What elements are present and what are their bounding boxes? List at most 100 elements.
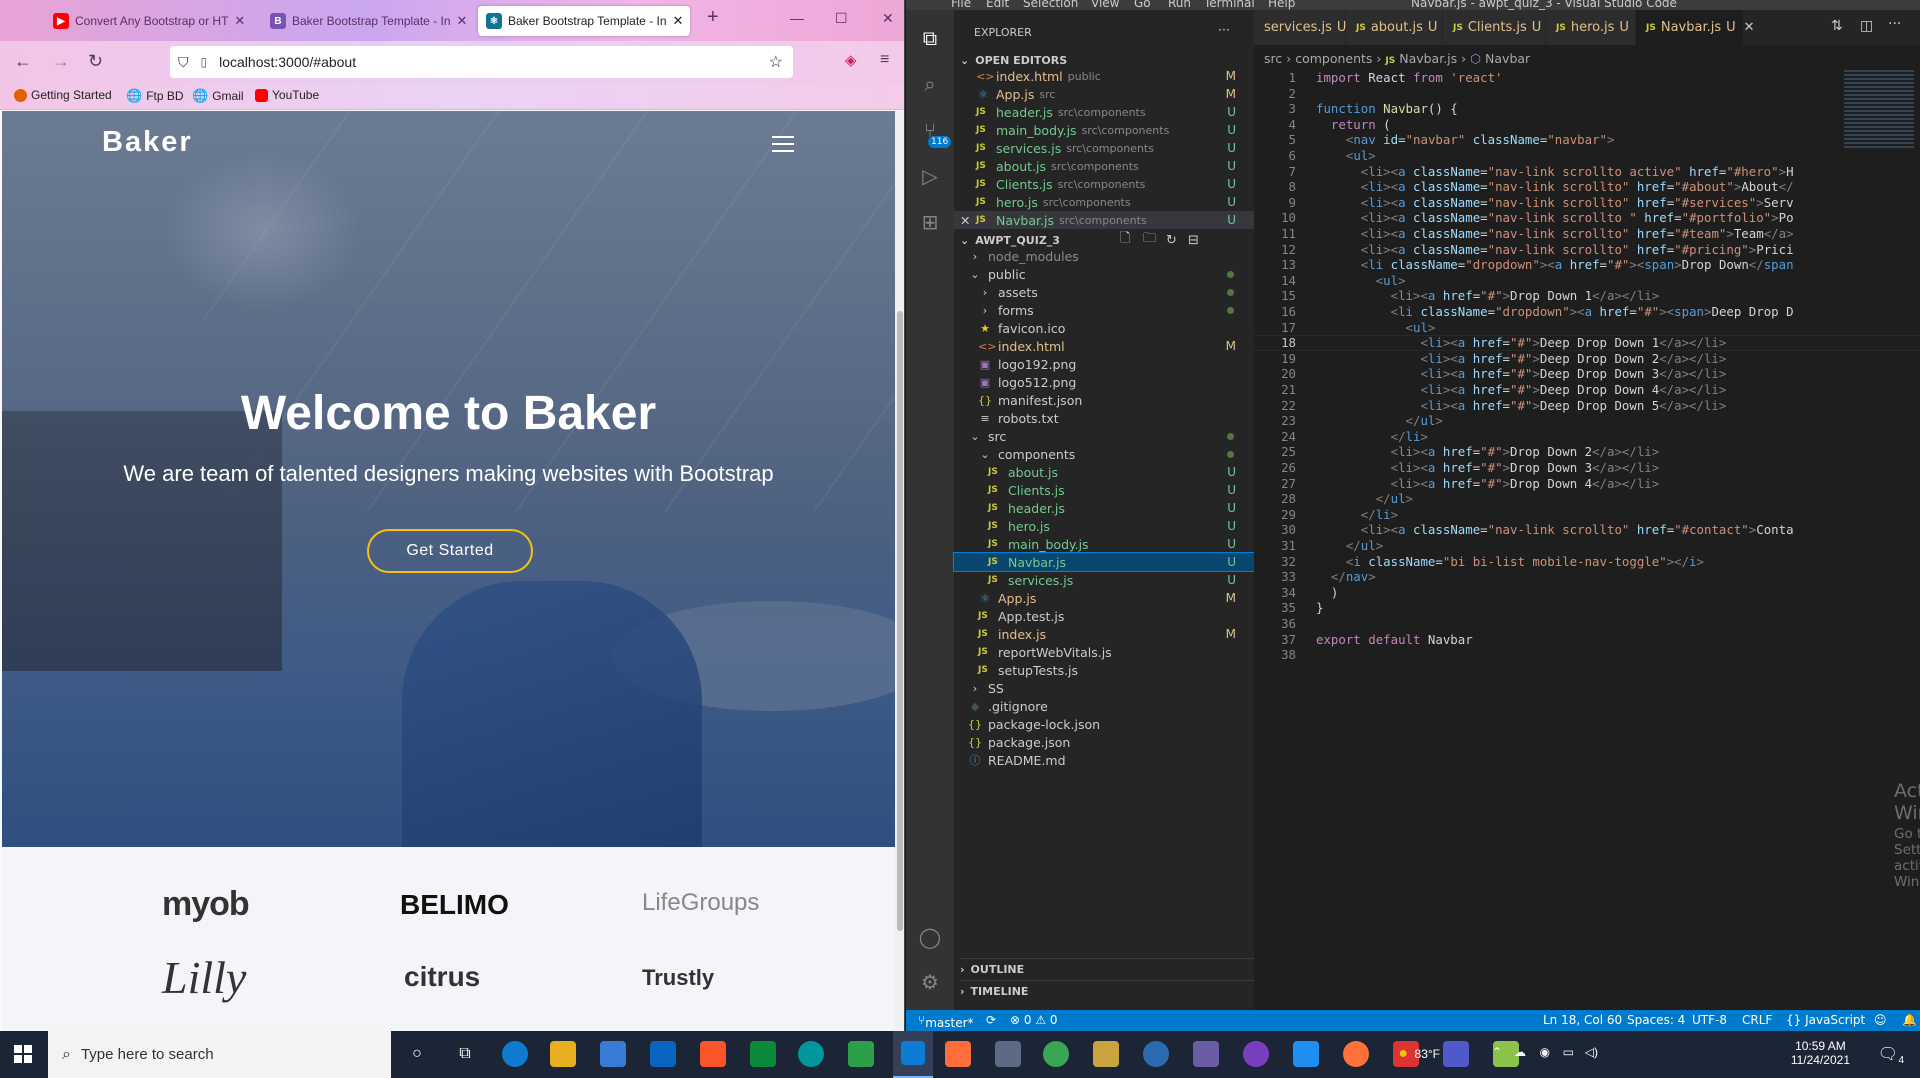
code-line[interactable]: <li><a className="nav-link scrollto" hre… — [1316, 179, 1794, 195]
tree-file[interactable]: JS main_body.js U — [954, 535, 1254, 553]
code-line[interactable]: <li><a href="#">Deep Drop Down 4</a></li… — [1316, 382, 1726, 398]
menu-edit[interactable]: Edit — [986, 0, 1009, 10]
app-icon[interactable] — [945, 1041, 971, 1067]
code-line[interactable]: <li><a className="nav-link scrollto" hre… — [1316, 195, 1794, 211]
meet-now-icon[interactable]: ◉ — [1540, 1045, 1550, 1059]
open-editor-item[interactable]: <> index.html public M — [954, 67, 1254, 85]
browser-tab-3[interactable]: ⚛ Baker Bootstrap Template - In ✕ — [478, 6, 690, 36]
reload-icon[interactable]: ↻ — [88, 51, 103, 72]
weather-icon[interactable]: ● — [1398, 1045, 1408, 1063]
task-view-icon[interactable]: ⧉ — [452, 1041, 478, 1067]
tree-file[interactable]: ⚛ App.js M — [954, 589, 1254, 607]
tree-file[interactable]: JS index.js M — [954, 625, 1254, 643]
file-explorer-icon[interactable] — [550, 1041, 576, 1067]
app-icon[interactable] — [1193, 1041, 1219, 1067]
app-icon[interactable] — [1093, 1041, 1119, 1067]
code-line[interactable]: function Navbar() { — [1316, 101, 1458, 117]
volume-icon[interactable]: ◁) — [1585, 1045, 1598, 1059]
split-editor-icon[interactable]: ◫ — [1860, 18, 1873, 34]
breadcrumb-item[interactable]: Navbar.js — [1399, 51, 1457, 66]
close-tab-icon[interactable]: ✕ — [1744, 20, 1755, 35]
code-line[interactable]: <li><a href="#">Drop Down 3</a></li> — [1316, 460, 1660, 476]
open-editor-item[interactable]: ⚛ App.js src M — [954, 85, 1254, 103]
search-icon[interactable]: ⌕ — [918, 72, 942, 96]
tree-file[interactable]: JS Navbar.js U — [953, 552, 1255, 572]
app-icon[interactable] — [1043, 1041, 1069, 1067]
mail-icon[interactable] — [650, 1041, 676, 1067]
tree-file[interactable]: JS setupTests.js — [954, 661, 1254, 679]
brave-icon[interactable] — [700, 1041, 726, 1067]
account-icon[interactable]: ◯ — [918, 925, 942, 949]
feedback-icon[interactable]: ☺ — [1874, 1013, 1887, 1027]
tree-file[interactable]: ⓘ README.md — [954, 751, 1254, 769]
extensions-icon[interactable]: ⊞ — [918, 210, 942, 234]
tree-folder[interactable]: ⌄ components — [954, 445, 1254, 463]
open-editor-item[interactable]: JS services.js src\components U — [954, 139, 1254, 157]
mobile-nav-toggle-icon[interactable] — [772, 136, 794, 152]
sync-icon[interactable]: ⟳ — [986, 1013, 996, 1027]
open-editor-item[interactable]: JS Clients.js src\components U — [954, 175, 1254, 193]
run-debug-icon[interactable]: ▷ — [918, 164, 942, 188]
code-line[interactable]: export default Navbar — [1316, 632, 1473, 648]
scrollbar-thumb[interactable] — [897, 311, 903, 931]
url-text[interactable]: localhost:3000/#about — [219, 54, 356, 70]
tree-file[interactable]: JS Clients.js U — [954, 481, 1254, 499]
notifications-bell-icon[interactable]: 🔔 — [1902, 1013, 1917, 1027]
code-line[interactable]: <li><a href="#">Deep Drop Down 3</a></li… — [1316, 366, 1726, 382]
back-arrow-icon[interactable]: ← — [14, 51, 32, 72]
forward-arrow-icon[interactable]: → — [52, 51, 70, 72]
tree-file[interactable]: ▣ logo192.png — [954, 355, 1254, 373]
taskbar-search[interactable]: ⌕ Type here to search — [48, 1031, 391, 1078]
timeline-header[interactable]: › TIMELINE — [960, 980, 1260, 1002]
open-editor-item[interactable]: ✕ JS Navbar.js src\components U — [954, 211, 1254, 229]
tree-file[interactable]: {} package-lock.json — [954, 715, 1254, 733]
tree-file[interactable]: {} manifest.json — [954, 391, 1254, 409]
settings-gear-icon[interactable]: ⚙ — [918, 970, 942, 994]
store-icon[interactable] — [600, 1041, 626, 1067]
code-line[interactable]: <i className="bi bi-list mobile-nav-togg… — [1316, 554, 1704, 570]
tree-folder[interactable]: ⌄ public — [954, 265, 1254, 283]
taskbar-search-placeholder[interactable]: Type here to search — [81, 1046, 214, 1063]
app-icon[interactable] — [848, 1041, 874, 1067]
clock[interactable]: 10:59 AM 11/24/2021 — [1791, 1039, 1850, 1067]
tree-file[interactable]: JS services.js U — [954, 571, 1254, 589]
tree-folder[interactable]: › forms — [954, 301, 1254, 319]
menu-go[interactable]: Go — [1134, 0, 1151, 10]
code-line[interactable]: <li><a className="nav-link scrollto " hr… — [1316, 210, 1794, 226]
code-line[interactable]: </li> — [1316, 507, 1398, 523]
code-line[interactable]: <li><a href="#">Drop Down 2</a></li> — [1316, 444, 1660, 460]
code-line[interactable]: <li><a className="nav-link scrollto acti… — [1316, 164, 1794, 180]
vscode-taskbar-icon[interactable] — [893, 1031, 933, 1078]
tree-folder[interactable]: › SS — [954, 679, 1254, 697]
windows-start-icon[interactable] — [14, 1045, 32, 1063]
code-line[interactable]: <li><a href="#">Drop Down 1</a></li> — [1316, 288, 1660, 304]
menu-terminal[interactable]: Terminal — [1204, 0, 1255, 10]
teams-icon[interactable] — [1443, 1041, 1469, 1067]
tree-folder[interactable]: › assets — [954, 283, 1254, 301]
code-line[interactable]: <li><a href="#">Drop Down 4</a></li> — [1316, 476, 1660, 492]
code-line[interactable]: ) — [1316, 585, 1338, 601]
code-line[interactable]: </ul> — [1316, 491, 1413, 507]
tree-folder[interactable]: ⌄ src — [954, 427, 1254, 445]
code-line[interactable]: <li><a className="nav-link scrollto" hre… — [1316, 242, 1794, 258]
menu-help[interactable]: Help — [1268, 0, 1295, 10]
app-icon[interactable] — [1143, 1041, 1169, 1067]
outline-header[interactable]: › OUTLINE — [960, 958, 1260, 980]
code-line[interactable]: } — [1316, 600, 1323, 616]
breadcrumb-item[interactable]: src — [1264, 51, 1282, 66]
indentation[interactable]: Spaces: 4 — [1627, 1013, 1685, 1027]
editor-tab[interactable]: services.js U — [1254, 10, 1346, 45]
code-line[interactable]: <li><a className="nav-link scrollto" hre… — [1316, 522, 1794, 538]
close-tab-icon[interactable]: ✕ — [228, 13, 245, 29]
more-actions-icon[interactable]: ··· — [1888, 16, 1901, 32]
bookmark-ftp-bd[interactable]: 🌐 Ftp BD — [126, 88, 184, 104]
code-line[interactable]: <li><a className="nav-link scrollto" hre… — [1316, 226, 1794, 242]
code-line[interactable]: import React from 'react' — [1316, 70, 1503, 86]
code-line[interactable]: <ul> — [1316, 148, 1376, 164]
line-endings[interactable]: CRLF — [1742, 1013, 1772, 1027]
tree-file[interactable]: JS App.test.js — [954, 607, 1254, 625]
pocket-icon[interactable]: ◈ — [845, 51, 857, 69]
bookmark-star-icon[interactable]: ☆ — [769, 52, 783, 72]
breadcrumb-item[interactable]: components — [1295, 51, 1372, 66]
code-line[interactable]: <li className="dropdown"><a href="#"><sp… — [1316, 257, 1794, 273]
